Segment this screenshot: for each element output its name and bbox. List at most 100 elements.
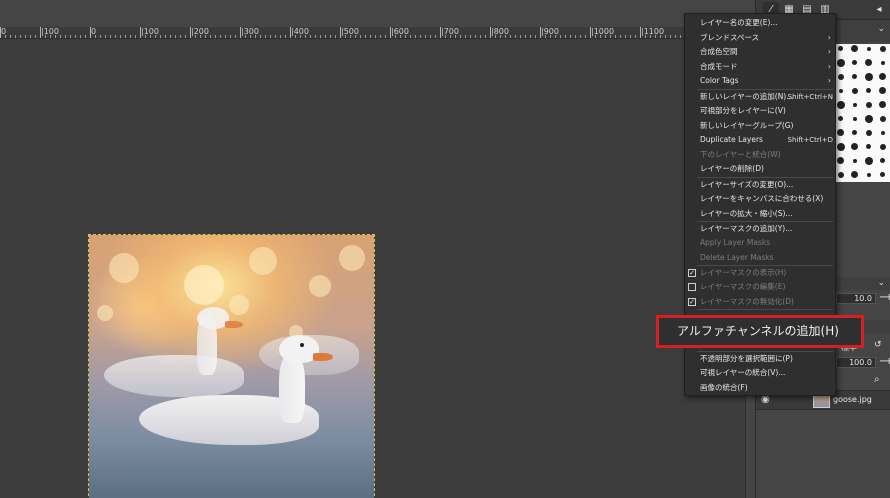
ruler-tick [430, 35, 431, 38]
menu-item[interactable]: 合成色空間 › [685, 45, 835, 60]
brush-preset[interactable] [848, 98, 861, 111]
brush-preset[interactable] [876, 168, 889, 181]
chevron-down-icon[interactable]: ⌄ [877, 278, 885, 288]
brush-preset[interactable] [876, 70, 889, 83]
menu-item[interactable]: 可視レイヤーの統合(V)... [685, 366, 835, 381]
ruler-tick [630, 35, 631, 38]
ruler-tick [260, 35, 261, 38]
ruler-label: |700 [441, 27, 459, 36]
canvas-area[interactable] [0, 39, 745, 498]
ruler-tick [375, 35, 376, 38]
brush-preset[interactable] [876, 154, 889, 167]
menu-item[interactable]: ✓ レイヤーマスクの無効化(D) [685, 295, 835, 310]
ruler-tick [320, 35, 321, 38]
ruler-tick [325, 35, 326, 38]
ruler-tick [165, 35, 166, 38]
menu-separator [697, 220, 833, 222]
menu-item[interactable]: Delete Layer Masks [685, 251, 835, 266]
menu-item-label: 可視レイヤーの統合(V)... [700, 368, 786, 377]
menu-item[interactable]: Color Tags › [685, 74, 835, 89]
opacity-field[interactable]: 100.0 [836, 357, 876, 368]
menu-item[interactable]: 新しいレイヤーの追加(N)... Shift+Ctrl+N [685, 90, 835, 105]
brush-preset[interactable] [848, 42, 861, 55]
checkbox-icon[interactable] [688, 283, 696, 291]
plus-icon[interactable]: + [885, 292, 890, 303]
ruler-tick [110, 35, 111, 38]
size-field[interactable]: 10.0 [836, 293, 876, 304]
brush-preset[interactable] [848, 84, 861, 97]
menu-item[interactable]: レイヤーの削除(D) [685, 162, 835, 177]
menu-item[interactable]: レイヤーの拡大・縮小(S)... [685, 207, 835, 222]
brush-preset[interactable] [862, 56, 875, 69]
menu-item[interactable]: ブレンドスペース › [685, 31, 835, 46]
menu-item[interactable]: 不透明部分を選択範囲に(P) [685, 352, 835, 367]
menu-item[interactable]: Duplicate Layers Shift+Ctrl+D [685, 133, 835, 148]
menu-item[interactable]: レイヤー名の変更(E)... [685, 16, 835, 31]
dock-menu-icon[interactable]: ◂ [871, 2, 887, 17]
checkbox-checked-icon[interactable]: ✓ [688, 297, 696, 306]
brush-preset[interactable] [876, 42, 889, 55]
menu-item[interactable]: レイヤーマスクの編集(E) [685, 280, 835, 295]
menu-item[interactable]: 画像の統合(F) [685, 381, 835, 396]
search-icon[interactable]: ⌕ [874, 374, 880, 385]
brush-preset[interactable] [876, 140, 889, 153]
menu-item[interactable]: 可視部分をレイヤーに(V) [685, 104, 835, 119]
brush-preset[interactable] [862, 84, 875, 97]
submenu-arrow-icon: › [827, 61, 831, 71]
checkbox-checked-icon[interactable]: ✓ [688, 268, 696, 277]
brush-preset[interactable] [876, 112, 889, 125]
ruler-label: |1000 [591, 27, 615, 36]
menu-item[interactable]: Apply Layer Masks [685, 236, 835, 251]
brush-preset[interactable] [862, 112, 875, 125]
ruler-tick [135, 35, 136, 38]
brush-preset[interactable] [848, 168, 861, 181]
ruler-tick [535, 35, 536, 38]
menu-item-label: 新しいレイヤーグループ(G) [700, 120, 794, 130]
brush-preset[interactable] [848, 56, 861, 69]
brush-preset[interactable] [848, 112, 861, 125]
brush-grid[interactable] [834, 44, 890, 182]
menu-item[interactable]: ✓ レイヤーマスクの表示(H) [685, 266, 835, 281]
menu-item-label: レイヤーの拡大・縮小(S)... [700, 208, 793, 218]
horizontal-ruler[interactable]: 0 |100 0 |100 |200 |300 |400 |500 |600 |700 |800 |9… [0, 27, 755, 39]
brush-preset[interactable] [876, 98, 889, 111]
menu-item[interactable]: 下のレイヤーと統合(W) [685, 148, 835, 163]
layer-thumbnail [813, 394, 830, 408]
plus-icon[interactable]: + [885, 356, 890, 367]
ruler-tick [280, 35, 281, 38]
ruler-tick [475, 35, 476, 38]
ruler-tick [130, 35, 131, 38]
add-alpha-channel-highlight[interactable]: アルファチャンネルの追加(H) [656, 315, 864, 348]
reset-icon[interactable]: ↺ [874, 340, 882, 350]
ruler-tick [580, 35, 581, 38]
brush-preset[interactable] [848, 70, 861, 83]
brush-preset[interactable] [862, 98, 875, 111]
brush-preset[interactable] [848, 126, 861, 139]
image-canvas[interactable] [88, 234, 375, 498]
ruler-tick [185, 35, 186, 38]
brush-preset[interactable] [862, 42, 875, 55]
menu-item[interactable]: レイヤーをキャンバスに合わせる(X) [685, 192, 835, 207]
brush-preset[interactable] [876, 126, 889, 139]
brush-preset[interactable] [862, 140, 875, 153]
ruler-tick [25, 35, 26, 38]
menu-item[interactable]: レイヤーサイズの変更(O)... [685, 178, 835, 193]
brush-preset[interactable] [862, 70, 875, 83]
ruler-tick [30, 35, 31, 38]
menu-item[interactable]: レイヤーマスクの追加(Y)... [685, 222, 835, 237]
menu-item[interactable]: 新しいレイヤーグループ(G) [685, 119, 835, 134]
menu-item-label: レイヤーマスクの追加(Y)... [700, 223, 793, 233]
menu-item[interactable]: 合成モード › [685, 60, 835, 75]
brush-preset[interactable] [862, 126, 875, 139]
chevron-down-icon[interactable]: ⌄ [877, 24, 885, 34]
brush-preset[interactable] [862, 154, 875, 167]
brush-preset[interactable] [848, 154, 861, 167]
menu-item-label: 新しいレイヤーの追加(N)... [700, 91, 794, 101]
brush-preset[interactable] [876, 84, 889, 97]
brush-preset[interactable] [848, 140, 861, 153]
menu-item-label: Apply Layer Masks [700, 238, 771, 247]
menu-item-label: Delete Layer Masks [700, 252, 774, 262]
menu-item-label: レイヤーマスクの表示(H) [700, 267, 787, 277]
brush-preset[interactable] [862, 168, 875, 181]
brush-preset[interactable] [876, 56, 889, 69]
